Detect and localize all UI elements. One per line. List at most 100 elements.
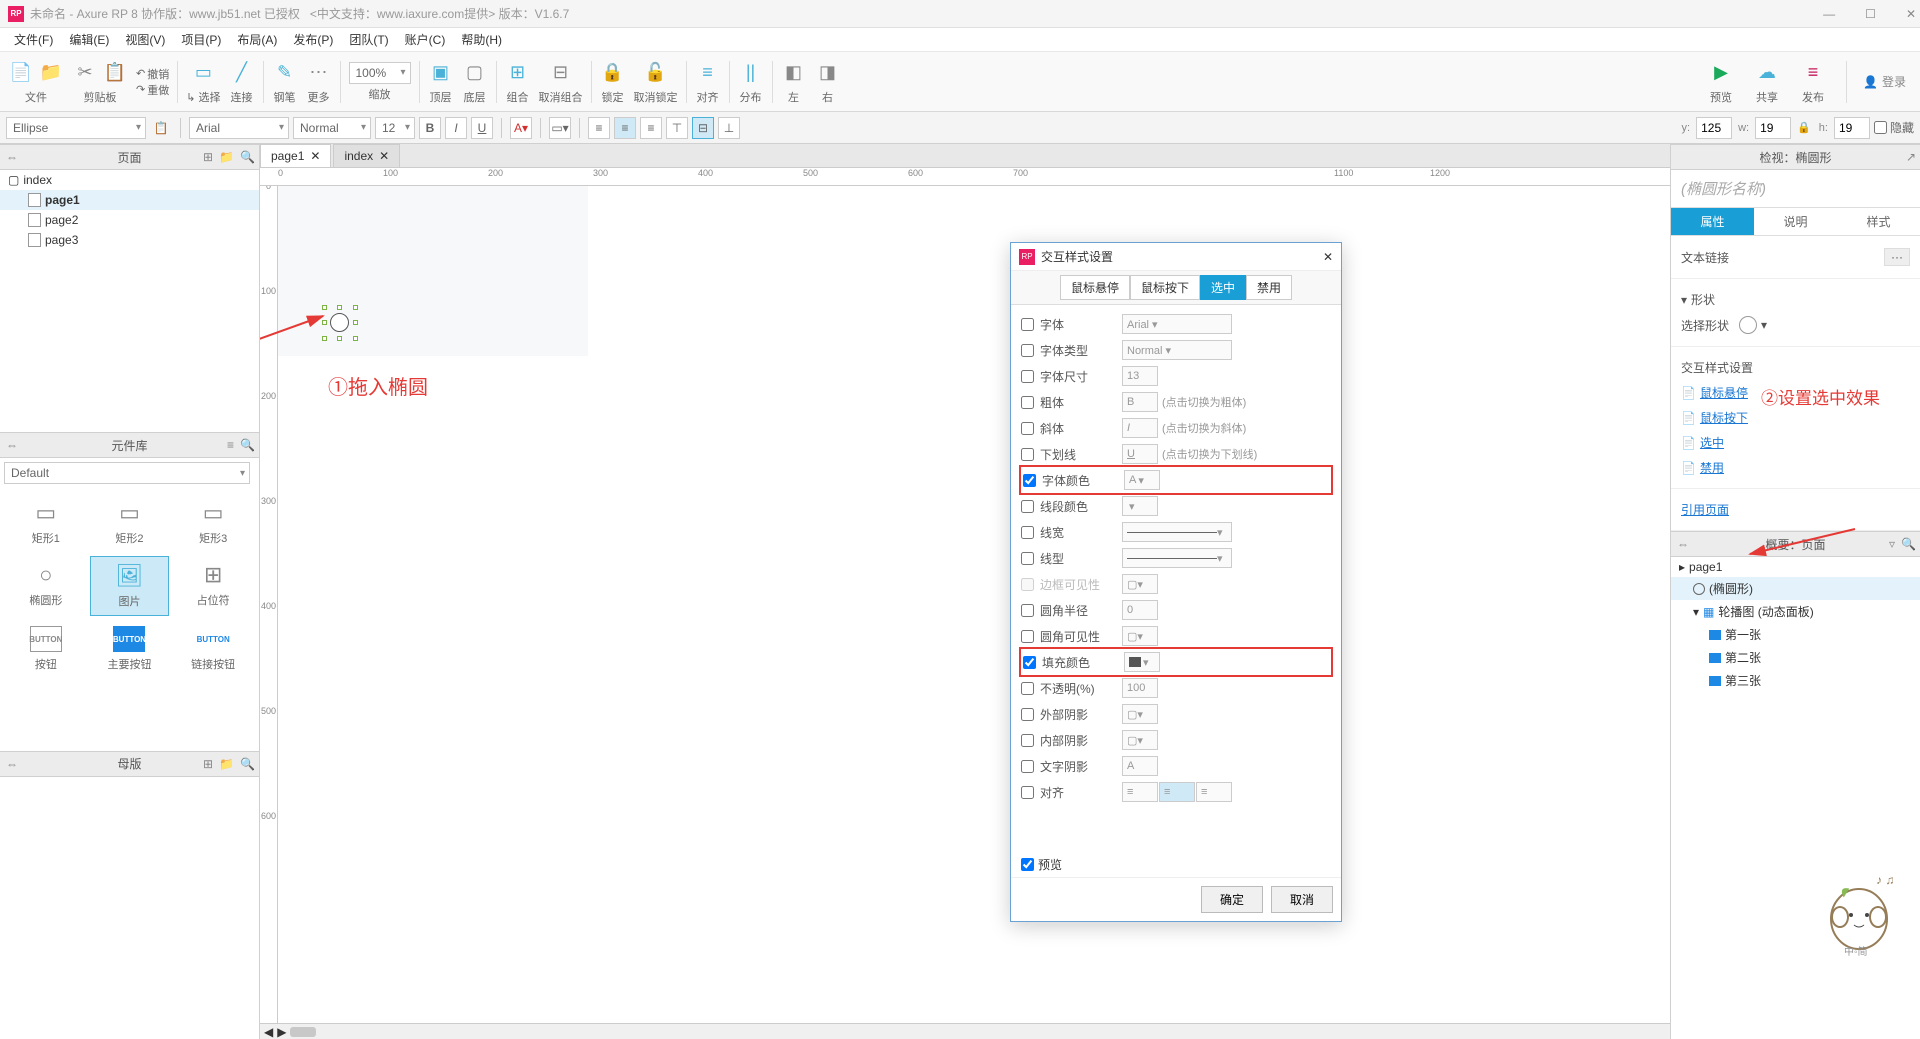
menu-item[interactable]: 项目(P) <box>173 29 229 50</box>
library-item[interactable]: BUTTON按钮 <box>6 620 86 678</box>
row-control[interactable]: 0 <box>1122 600 1331 620</box>
tab-index[interactable]: index✕ <box>333 144 400 167</box>
add-folder-icon[interactable]: 📁 <box>219 757 234 771</box>
tb-clipboard[interactable]: ✂📋剪贴板 <box>68 54 132 110</box>
row-control[interactable]: ▢▾ <box>1122 704 1331 724</box>
shape-select[interactable]: Ellipse <box>6 117 146 139</box>
font-size-select[interactable]: 12 <box>375 117 415 139</box>
row-control[interactable]: ▢▾ <box>1122 574 1331 594</box>
outline-item[interactable]: ▾ ▦ 轮播图 (动态面板) <box>1671 600 1920 623</box>
border-color-button[interactable]: ▭▾ <box>549 117 571 139</box>
outline-item[interactable]: (椭圆形) <box>1671 577 1920 600</box>
row-checkbox[interactable] <box>1021 344 1034 357</box>
row-checkbox[interactable] <box>1021 500 1034 513</box>
valign-mid[interactable]: ⊟ <box>692 117 714 139</box>
bold-button[interactable]: B <box>419 117 441 139</box>
row-control[interactable]: 100 <box>1122 678 1331 698</box>
tb-left[interactable]: ◧左 <box>777 54 811 110</box>
tb-ungroup[interactable]: ⊟取消组合 <box>535 54 587 110</box>
row-control[interactable]: ▢▾ <box>1122 626 1331 646</box>
tb-group[interactable]: ⊞组合 <box>501 54 535 110</box>
row-control[interactable]: U (点击切换为下划线) <box>1122 444 1331 464</box>
row-control[interactable]: 13 <box>1122 366 1331 386</box>
search-icon[interactable]: 🔍 <box>240 757 255 771</box>
row-checkbox[interactable] <box>1021 396 1034 409</box>
ref-page[interactable]: 引用页面 <box>1681 497 1910 522</box>
tb-select[interactable]: ▭↳ 选择 <box>182 54 224 110</box>
row-checkbox[interactable] <box>1021 708 1034 721</box>
menu-item[interactable]: 视图(V) <box>117 29 173 50</box>
align-center[interactable]: ≡ <box>614 117 636 139</box>
font-color-button[interactable]: A▾ <box>510 117 532 139</box>
row-checkbox[interactable] <box>1021 578 1034 591</box>
paste-style-icon[interactable]: 📋 <box>150 117 172 139</box>
expand-icon[interactable]: ↗ <box>1906 150 1916 164</box>
menu-item[interactable]: 布局(A) <box>229 29 285 50</box>
font-weight-select[interactable]: Normal <box>293 117 371 139</box>
window-minimize[interactable]: — <box>1823 7 1835 21</box>
align-left[interactable]: ≡ <box>588 117 610 139</box>
cancel-button[interactable]: 取消 <box>1271 886 1333 913</box>
library-item[interactable]: ▭矩形3 <box>173 494 253 552</box>
tb-publish[interactable]: ≡发布 <box>1796 54 1830 110</box>
menu-item[interactable]: 团队(T) <box>341 29 396 50</box>
ok-button[interactable]: 确定 <box>1201 886 1263 913</box>
lib-menu-icon[interactable]: ≡ <box>227 438 234 452</box>
row-checkbox[interactable] <box>1021 370 1034 383</box>
tab-notes[interactable]: 说明 <box>1754 208 1837 235</box>
row-checkbox[interactable] <box>1023 474 1036 487</box>
valign-bot[interactable]: ⊥ <box>718 117 740 139</box>
dialog-tab[interactable]: 鼠标悬停 <box>1060 275 1130 300</box>
italic-button[interactable]: I <box>445 117 467 139</box>
dialog-tab[interactable]: 鼠标按下 <box>1130 275 1200 300</box>
tab-properties[interactable]: 属性 <box>1671 208 1754 235</box>
collapse-icon[interactable]: ⇔ <box>6 757 18 771</box>
menu-item[interactable]: 账户(C) <box>397 29 454 50</box>
align-right[interactable]: ≡ <box>640 117 662 139</box>
library-item[interactable]: ▭矩形2 <box>90 494 170 552</box>
tb-pen[interactable]: ✎钢笔 <box>268 54 302 110</box>
menu-item[interactable]: 帮助(H) <box>453 29 510 50</box>
tb-undo-redo[interactable]: ↶ 撤销↷ 重做 <box>132 54 173 110</box>
hidden-checkbox[interactable]: 隐藏 <box>1874 119 1914 136</box>
tb-share[interactable]: ☁共享 <box>1750 54 1784 110</box>
row-checkbox[interactable] <box>1021 734 1034 747</box>
filter-icon[interactable]: ▿ <box>1889 537 1895 551</box>
row-control[interactable]: B (点击切换为粗体) <box>1122 392 1331 412</box>
page-root[interactable]: ▢index <box>0 170 259 190</box>
outline-item[interactable]: ▸ page1 <box>1671 557 1920 577</box>
row-control[interactable]: ▾ <box>1122 496 1331 516</box>
font-select[interactable]: Arial <box>189 117 289 139</box>
lockratio-icon[interactable]: 🔒 <box>1797 121 1811 134</box>
tab-page1[interactable]: page1✕ <box>260 144 331 167</box>
row-control[interactable]: ▾ <box>1122 548 1331 568</box>
dialog-tab[interactable]: 禁用 <box>1246 275 1292 300</box>
tb-more[interactable]: ⋯更多 <box>302 54 336 110</box>
collapse-icon[interactable]: ⇔ <box>1677 537 1689 551</box>
outline-item[interactable]: 第一张 <box>1671 623 1920 646</box>
row-checkbox[interactable] <box>1021 526 1034 539</box>
add-page-icon[interactable]: ⊞ <box>203 150 213 164</box>
row-checkbox[interactable] <box>1021 630 1034 643</box>
valign-top[interactable]: ⊤ <box>666 117 688 139</box>
library-item[interactable]: ○椭圆形 <box>6 556 86 616</box>
row-checkbox[interactable] <box>1021 604 1034 617</box>
ix-hover[interactable]: 📄 鼠标悬停 <box>1681 380 1910 405</box>
h-input[interactable] <box>1834 117 1870 139</box>
search-icon[interactable]: 🔍 <box>240 150 255 164</box>
row-control[interactable]: ▢▾ <box>1122 730 1331 750</box>
tab-style[interactable]: 样式 <box>1837 208 1920 235</box>
row-control[interactable]: A <box>1122 756 1331 776</box>
y-input[interactable] <box>1696 117 1732 139</box>
w-input[interactable] <box>1755 117 1791 139</box>
row-control[interactable]: ≡≡≡ <box>1122 782 1331 802</box>
tb-unlock[interactable]: 🔓取消锁定 <box>630 54 682 110</box>
menu-item[interactable]: 文件(F) <box>6 29 61 50</box>
outline-item[interactable]: 第三张 <box>1671 669 1920 692</box>
collapse-icon[interactable]: ⇔ <box>6 438 18 452</box>
row-control[interactable]: ▾ <box>1124 652 1329 672</box>
dialog-tab[interactable]: 选中 <box>1200 275 1246 300</box>
tb-lock[interactable]: 🔒锁定 <box>596 54 630 110</box>
add-folder-icon[interactable]: 📁 <box>219 150 234 164</box>
page-item[interactable]: page2 <box>0 210 259 230</box>
